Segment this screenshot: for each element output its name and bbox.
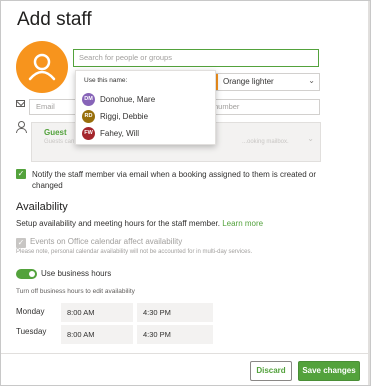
suggestion-name: Donohue, Mare [100, 95, 156, 104]
availability-description: Setup availability and meeting hours for… [16, 219, 263, 228]
end-time-field[interactable]: 4:30 PM [137, 325, 213, 344]
suggestion-item[interactable]: RD Riggi, Debbie [76, 109, 215, 125]
start-time-field[interactable]: 8:00 AM [61, 303, 133, 322]
role-title: Guest [44, 128, 67, 137]
day-label: Tuesday [16, 327, 47, 336]
day-label: Monday [16, 307, 45, 316]
end-time-field[interactable]: 4:30 PM [137, 303, 213, 322]
avatar: RD [82, 110, 95, 123]
add-staff-dialog: Add staff Search for people or groups Or… [0, 0, 371, 386]
person-icon [28, 53, 56, 81]
discard-button[interactable]: Discard [250, 361, 292, 381]
toggle-knob [29, 271, 35, 277]
office-calendar-note: Please note, personal calendar availabil… [16, 249, 253, 255]
chevron-down-icon: ⌄ [307, 134, 314, 143]
suggestion-name: Riggi, Debbie [100, 112, 149, 121]
notify-label: Notify the staff member via email when a… [32, 170, 316, 190]
search-people-input[interactable]: Search for people or groups [73, 49, 319, 67]
avatar: FW [82, 127, 95, 140]
business-hours-toggle[interactable] [16, 269, 37, 279]
save-changes-button[interactable]: Save changes [298, 361, 360, 381]
suggestion-item[interactable]: FW Fahey, Will [76, 126, 215, 142]
learn-more-link[interactable]: Learn more [222, 219, 263, 228]
availability-heading: Availability [16, 201, 68, 213]
dialog-footer: Discard Save changes [1, 353, 370, 385]
dialog-title: Add staff [17, 9, 92, 30]
notify-checkbox[interactable]: ✓ [16, 169, 26, 179]
mail-icon [16, 100, 25, 107]
office-calendar-label: Events on Office calendar affect availab… [30, 237, 183, 246]
color-select[interactable]: Orange lighter ⌄ [214, 73, 320, 91]
suggestion-item[interactable]: DM Donohue, Mare [76, 92, 215, 108]
chevron-down-icon: ⌄ [308, 76, 315, 85]
business-hours-note: Turn off business hours to edit availabi… [16, 288, 135, 295]
avatar: DM [82, 93, 95, 106]
suggestion-name: Fahey, Will [100, 129, 139, 138]
start-time-field[interactable]: 8:00 AM [61, 325, 133, 344]
color-select-value: Orange lighter [223, 77, 274, 86]
suggestions-heading: Use this name: [84, 77, 128, 84]
staff-avatar[interactable] [16, 41, 68, 93]
people-suggestions-dropdown: Use this name: DM Donohue, Mare RD Riggi… [75, 70, 216, 145]
person-outline-icon [16, 121, 27, 133]
business-hours-label: Use business hours [41, 269, 112, 278]
role-description-right: ...ooking mailbox. [242, 139, 289, 145]
availability-description-text: Setup availability and meeting hours for… [16, 219, 220, 228]
phone-field[interactable]: number [207, 99, 320, 115]
office-calendar-checkbox[interactable]: ✓ [16, 238, 26, 248]
scrollbar[interactable] [368, 1, 370, 385]
